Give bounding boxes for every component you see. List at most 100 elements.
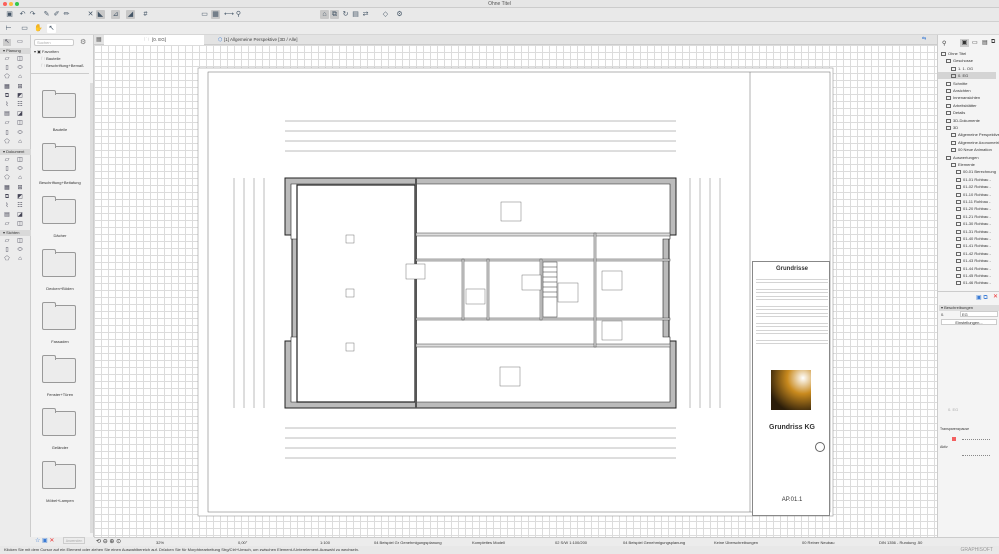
renovation-filter[interactable]: 00 Reiner Neubau bbox=[802, 539, 834, 546]
model-view[interactable]: Komplettes Modell bbox=[472, 539, 505, 546]
navigator-item[interactable]: Innenansichten bbox=[938, 94, 996, 101]
tree-item-beschriftung[interactable]: 🗀 Beschriftung+Bemaß bbox=[41, 63, 84, 70]
tool-icon[interactable]: ⊞ bbox=[16, 185, 24, 192]
navigator-item[interactable]: Allgemeine Perspektive bbox=[938, 131, 999, 138]
marquee-icon[interactable]: ▭ bbox=[16, 39, 24, 46]
navigator-item[interactable]: 0. EG bbox=[938, 72, 996, 80]
color-swatch[interactable] bbox=[952, 437, 956, 441]
publisher-icon[interactable]: ⧉ bbox=[991, 39, 995, 46]
navigator-item[interactable]: 01-30 Rohbau - bbox=[938, 220, 996, 227]
tool-icon[interactable]: ▤ bbox=[3, 111, 11, 118]
favorite-folder[interactable] bbox=[42, 90, 76, 118]
favorite-folder[interactable] bbox=[42, 355, 76, 383]
navigator-item[interactable]: Geschosse bbox=[938, 57, 996, 64]
tool-icon[interactable]: ▤ bbox=[3, 212, 11, 219]
snap-icon[interactable]: ◣ bbox=[96, 10, 105, 19]
3d-window-icon[interactable]: ▤ bbox=[351, 10, 360, 19]
drawing-canvas[interactable]: Grundrisse Grundriss KG AP.01.1 bbox=[94, 45, 937, 537]
tool-icon[interactable]: ▱ bbox=[3, 238, 11, 245]
navigator-item[interactable]: 01-40 Rohbau - bbox=[938, 235, 996, 242]
navigator-item[interactable]: Auswertungen bbox=[938, 154, 996, 161]
favorite-folder[interactable] bbox=[42, 408, 76, 436]
tool-icon[interactable]: ◫ bbox=[16, 56, 24, 63]
navigator-item[interactable]: Allgemeine Axonometrie bbox=[938, 139, 999, 146]
active-slider[interactable] bbox=[962, 455, 990, 456]
tool-icon[interactable]: ◪ bbox=[16, 212, 24, 219]
tool-icon[interactable]: ⬭ bbox=[16, 247, 24, 254]
navigator-item[interactable]: 01-20 Rohbau - bbox=[938, 205, 996, 212]
zoom-value[interactable]: 32% bbox=[156, 539, 164, 546]
navigator-item[interactable]: 01-42 Rohbau - bbox=[938, 250, 996, 257]
tool-icon[interactable]: ◫ bbox=[16, 221, 24, 228]
tree-item-bauteile[interactable]: 🗀 Bauteile bbox=[41, 56, 61, 63]
tool-icon[interactable]: ▱ bbox=[3, 120, 11, 127]
delete-icon[interactable]: ✕ bbox=[993, 293, 998, 300]
tool-icon[interactable]: ⌇ bbox=[3, 203, 11, 210]
navigator-item[interactable]: 01-21 Rohbau - bbox=[938, 213, 996, 220]
home-icon[interactable]: ⌂ bbox=[320, 10, 329, 19]
tool-icon[interactable]: ▱ bbox=[3, 56, 11, 63]
guide-icon[interactable]: ⊿ bbox=[111, 10, 120, 19]
navigator-item[interactable]: 01-46 Rohbau - bbox=[938, 279, 996, 286]
favorites-search-input[interactable]: Suchen bbox=[34, 39, 74, 46]
tool-icon[interactable]: ⧉ bbox=[3, 194, 11, 201]
navigator-item[interactable]: Ohne Titel bbox=[938, 50, 996, 57]
arrow-select-icon[interactable]: ↖ bbox=[3, 39, 11, 46]
tool-icon[interactable]: ◫ bbox=[16, 238, 24, 245]
navigator-item[interactable]: Elemente bbox=[938, 161, 996, 168]
favorite-folder[interactable] bbox=[42, 302, 76, 330]
tool-icon[interactable]: ◪ bbox=[16, 111, 24, 118]
syringe-icon[interactable]: ✐ bbox=[52, 10, 61, 19]
tool-icon[interactable]: ☷ bbox=[16, 203, 24, 210]
tool-icon[interactable]: ⬠ bbox=[3, 256, 11, 263]
tool-icon[interactable]: ▱ bbox=[3, 221, 11, 228]
arrow-tool-icon[interactable]: ↖ bbox=[47, 24, 56, 33]
add-favorite-icon[interactable]: ☆ ▣ ✕ bbox=[35, 537, 54, 544]
angle-value[interactable]: 0,00° bbox=[238, 539, 247, 546]
tool-icon[interactable]: ⌂ bbox=[16, 74, 24, 81]
navigator-item[interactable]: 01-45 Rohbau - bbox=[938, 272, 996, 279]
navigator-item[interactable]: 01-31 Rohbau - bbox=[938, 228, 996, 235]
redo-icon[interactable]: ↷ bbox=[28, 10, 37, 19]
measure-icon[interactable]: ⟷ bbox=[224, 10, 234, 19]
tool-icon[interactable]: ◩ bbox=[16, 93, 24, 100]
navigator-item[interactable]: 00-01 Berechnung bbox=[938, 168, 996, 175]
tool-icon[interactable]: ▦ bbox=[3, 84, 11, 91]
graphic-override[interactable]: Keine Überschreibungen bbox=[714, 539, 758, 546]
tool-icon[interactable]: ⬠ bbox=[3, 175, 11, 182]
tool-icon[interactable]: ▯ bbox=[3, 166, 11, 173]
navigator-menu-icon[interactable]: ⚲ bbox=[942, 40, 946, 47]
tool-icon[interactable]: ⬭ bbox=[16, 130, 24, 137]
tool-icon[interactable]: ⌂ bbox=[16, 256, 24, 263]
find-icon[interactable]: ⧉ bbox=[330, 10, 339, 19]
navigator-item[interactable]: 3D-Dokumente bbox=[938, 117, 996, 124]
layer-icon[interactable]: ▭ bbox=[20, 24, 29, 33]
magnet-icon[interactable]: ◢ bbox=[126, 10, 135, 19]
settings-button[interactable]: Einstellungen... bbox=[941, 319, 997, 325]
favorite-folder[interactable] bbox=[42, 461, 76, 489]
grid-snap-icon[interactable]: ▦ bbox=[211, 10, 220, 19]
navigator-item[interactable]: 01-41 Rohbau - bbox=[938, 242, 996, 249]
navigator-item[interactable]: 01-02 Rohbau - bbox=[938, 183, 996, 190]
tool-icon[interactable]: ⧉ bbox=[3, 93, 11, 100]
dimension-standard[interactable]: DIN 1356 - Rundung .50 bbox=[879, 539, 922, 546]
layer-field[interactable]: 0. EG bbox=[948, 407, 958, 412]
scale-value[interactable]: 1:100 bbox=[320, 539, 330, 546]
cross-icon[interactable]: ✕ bbox=[86, 10, 95, 19]
tool-icon[interactable]: ▱ bbox=[3, 157, 11, 164]
view-map-icon[interactable]: ▭ bbox=[972, 39, 978, 46]
navigator-item[interactable]: 1. 1. OG bbox=[938, 65, 996, 72]
zoom-icon[interactable]: ⚲ bbox=[234, 10, 243, 19]
tool-icon[interactable]: ⌇ bbox=[3, 102, 11, 109]
element-info-icon[interactable]: ⊢ bbox=[4, 24, 13, 33]
favorite-folder[interactable] bbox=[42, 196, 76, 224]
navigator-item[interactable]: Details bbox=[938, 109, 996, 116]
project-map-icon[interactable]: ▣ bbox=[960, 39, 969, 47]
tree-root[interactable]: ▾ ▣ Favoriten bbox=[34, 49, 59, 54]
layout-book-icon[interactable]: ▤ bbox=[982, 39, 988, 46]
tool-icon[interactable]: ⌂ bbox=[16, 139, 24, 146]
refresh-icon[interactable]: ↻ bbox=[341, 10, 350, 19]
tag-icon[interactable]: ◇ bbox=[381, 10, 390, 19]
grid-icon[interactable]: # bbox=[141, 10, 150, 19]
tool-icon[interactable]: ◫ bbox=[16, 157, 24, 164]
